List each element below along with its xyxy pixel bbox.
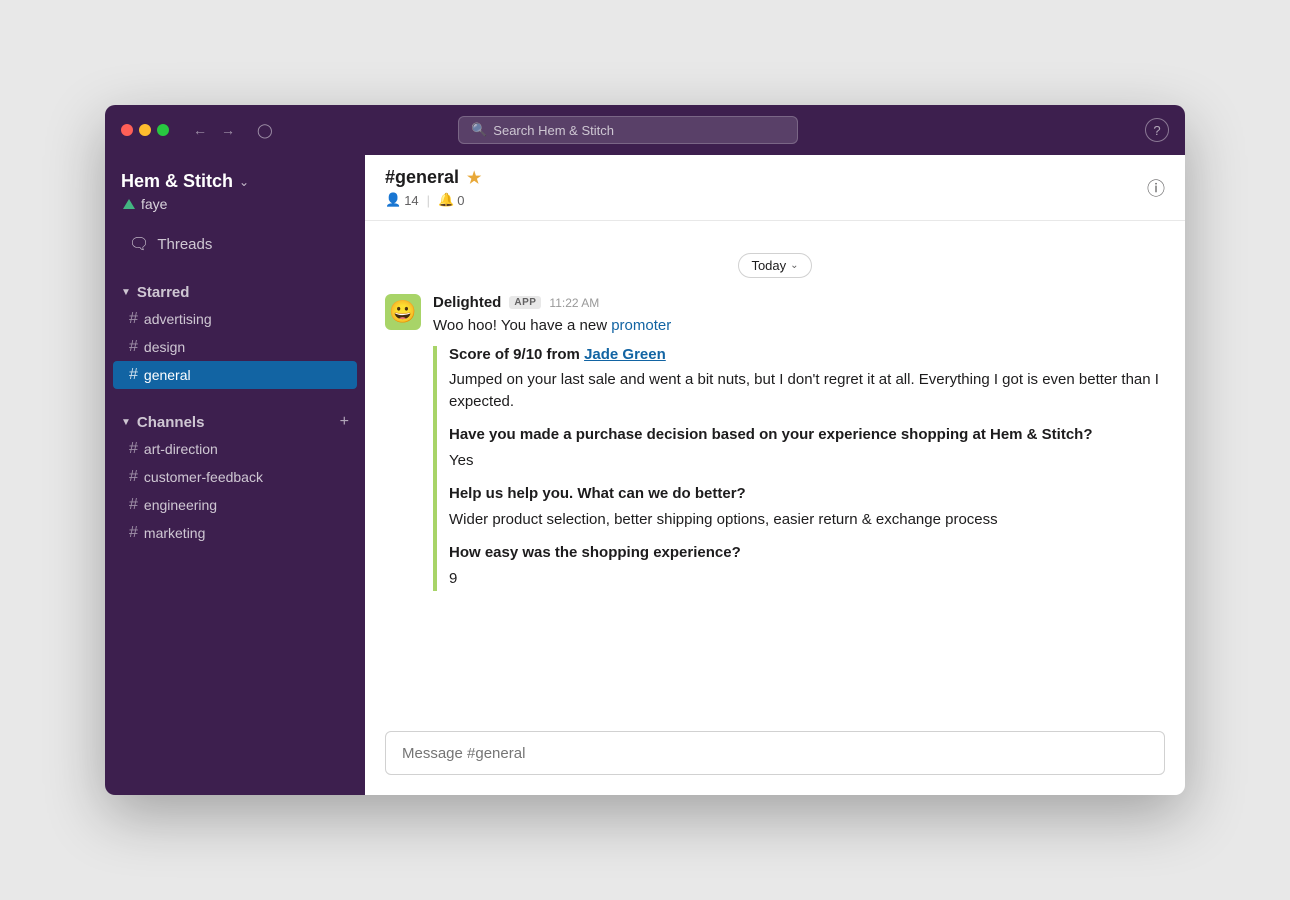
add-channel-button[interactable]: + xyxy=(340,413,349,431)
channel-name: customer-feedback xyxy=(144,469,263,485)
main-content: Hem & Stitch ⌄ faye 🗨 Threads ▼ Starred xyxy=(105,155,1185,795)
channel-title: #general ★ xyxy=(385,167,481,188)
meta-separator: | xyxy=(427,193,430,208)
card-answer-1: Yes xyxy=(449,450,1165,473)
workspace-name-text: Hem & Stitch xyxy=(121,171,233,192)
starred-label: Starred xyxy=(137,284,190,301)
channel-name: design xyxy=(144,339,185,355)
threads-label: Threads xyxy=(157,236,212,253)
message-text: Woo hoo! You have a new promoter xyxy=(433,315,1165,338)
bell-icon: 🔔 xyxy=(438,192,454,208)
intro-text: Woo hoo! You have a new xyxy=(433,317,607,334)
user-name: faye xyxy=(141,196,167,212)
titlebar: ← → ◯ 🔍 Search Hem & Stitch ? xyxy=(105,105,1185,155)
search-placeholder: Search Hem & Stitch xyxy=(493,123,614,138)
channels-section: ▼ Channels + # art-direction # customer-… xyxy=(105,397,365,555)
workspace-chevron-icon: ⌄ xyxy=(239,175,249,189)
date-label: Today xyxy=(751,258,786,273)
history-button[interactable]: ◯ xyxy=(251,120,279,141)
minimize-button[interactable] xyxy=(139,124,151,136)
promoter-link[interactable]: promoter xyxy=(611,317,671,334)
message-card: Score of 9/10 from Jade Green Jumped on … xyxy=(433,346,1165,591)
score-link[interactable]: Jade Green xyxy=(584,346,666,363)
workspace-name-button[interactable]: Hem & Stitch ⌄ xyxy=(121,171,349,192)
channel-name: marketing xyxy=(144,525,205,541)
hash-icon: # xyxy=(129,310,138,328)
member-icon: 👤 xyxy=(385,192,401,208)
card-answer-3: 9 xyxy=(449,568,1165,591)
message-input[interactable] xyxy=(385,731,1165,775)
date-divider: Today ⌄ xyxy=(385,253,1165,278)
card-question-1: Have you made a purchase decision based … xyxy=(449,424,1165,447)
help-button[interactable]: ? xyxy=(1145,118,1169,142)
close-button[interactable] xyxy=(121,124,133,136)
threads-section: 🗨 Threads xyxy=(105,220,365,268)
sidebar-item-threads[interactable]: 🗨 Threads xyxy=(113,228,357,260)
hash-icon: # xyxy=(129,468,138,486)
card-answer-2: Wider product selection, better shipping… xyxy=(449,509,1165,532)
notification-count-value: 0 xyxy=(457,193,464,208)
channel-meta: 👤 14 | 🔔 0 xyxy=(385,192,481,208)
member-count: 👤 14 xyxy=(385,192,419,208)
sidebar: Hem & Stitch ⌄ faye 🗨 Threads ▼ Starred xyxy=(105,155,365,795)
sender-name: Delighted xyxy=(433,294,501,311)
starred-section-header[interactable]: ▼ Starred xyxy=(105,276,365,305)
search-bar[interactable]: 🔍 Search Hem & Stitch xyxy=(458,116,798,144)
hash-icon: # xyxy=(129,440,138,458)
channel-name: art-direction xyxy=(144,441,218,457)
channels-chevron-icon: ▼ xyxy=(121,417,131,428)
card-score: Score of 9/10 from Jade Green xyxy=(449,346,1165,363)
channels-section-header[interactable]: ▼ Channels + xyxy=(105,405,365,435)
score-label: Score of 9/10 from xyxy=(449,346,580,363)
message-item: 😀 Delighted APP 11:22 AM Woo hoo! You ha… xyxy=(385,294,1165,601)
message-content: Delighted APP 11:22 AM Woo hoo! You have… xyxy=(433,294,1165,601)
maximize-button[interactable] xyxy=(157,124,169,136)
star-icon[interactable]: ★ xyxy=(467,168,481,188)
back-button[interactable]: ← xyxy=(189,120,211,140)
chat-messages: Today ⌄ 😀 Delighted APP 11:22 AM Woo hoo… xyxy=(365,221,1185,719)
sidebar-item-marketing[interactable]: # marketing xyxy=(113,519,357,547)
sidebar-item-art-direction[interactable]: # art-direction xyxy=(113,435,357,463)
hash-icon: # xyxy=(129,366,138,384)
date-badge[interactable]: Today ⌄ xyxy=(738,253,811,278)
channel-title-text: #general xyxy=(385,167,459,188)
hash-icon: # xyxy=(129,524,138,542)
sidebar-item-advertising[interactable]: # advertising xyxy=(113,305,357,333)
channels-label: Channels xyxy=(137,414,205,431)
card-question-2: Help us help you. What can we do better? xyxy=(449,483,1165,506)
hash-icon: # xyxy=(129,338,138,356)
search-icon: 🔍 xyxy=(471,122,487,138)
channel-name: advertising xyxy=(144,311,212,327)
sidebar-item-customer-feedback[interactable]: # customer-feedback xyxy=(113,463,357,491)
chat-header: #general ★ 👤 14 | 🔔 0 xyxy=(365,155,1185,221)
sidebar-item-design[interactable]: # design xyxy=(113,333,357,361)
hash-icon: # xyxy=(129,496,138,514)
threads-icon: 🗨 xyxy=(129,234,149,254)
message-header: Delighted APP 11:22 AM xyxy=(433,294,1165,311)
timestamp: 11:22 AM xyxy=(549,296,599,310)
card-body: Jumped on your last sale and went a bit … xyxy=(449,369,1165,414)
card-question-3: How easy was the shopping experience? xyxy=(449,542,1165,565)
chat-area: #general ★ 👤 14 | 🔔 0 xyxy=(365,155,1185,795)
forward-button[interactable]: → xyxy=(217,120,239,140)
workspace-header: Hem & Stitch ⌄ faye xyxy=(105,155,365,220)
sidebar-item-engineering[interactable]: # engineering xyxy=(113,491,357,519)
channel-name: engineering xyxy=(144,497,217,513)
app-badge: APP xyxy=(509,296,541,309)
info-button[interactable]: ⓘ xyxy=(1147,175,1165,201)
message-input-area xyxy=(365,719,1185,795)
user-status: faye xyxy=(121,192,349,212)
traffic-lights xyxy=(121,124,169,136)
channel-name: general xyxy=(144,367,191,383)
member-count-value: 14 xyxy=(404,193,418,208)
starred-section: ▼ Starred # advertising # design # gener… xyxy=(105,268,365,397)
sidebar-item-general[interactable]: # general xyxy=(113,361,357,389)
nav-buttons: ← → xyxy=(189,120,239,140)
date-chevron-icon: ⌄ xyxy=(790,260,798,271)
status-dot-icon xyxy=(123,199,135,209)
avatar: 😀 xyxy=(385,294,421,330)
notification-count: 🔔 0 xyxy=(438,192,464,208)
starred-chevron-icon: ▼ xyxy=(121,287,131,298)
chat-header-left: #general ★ 👤 14 | 🔔 0 xyxy=(385,167,481,208)
